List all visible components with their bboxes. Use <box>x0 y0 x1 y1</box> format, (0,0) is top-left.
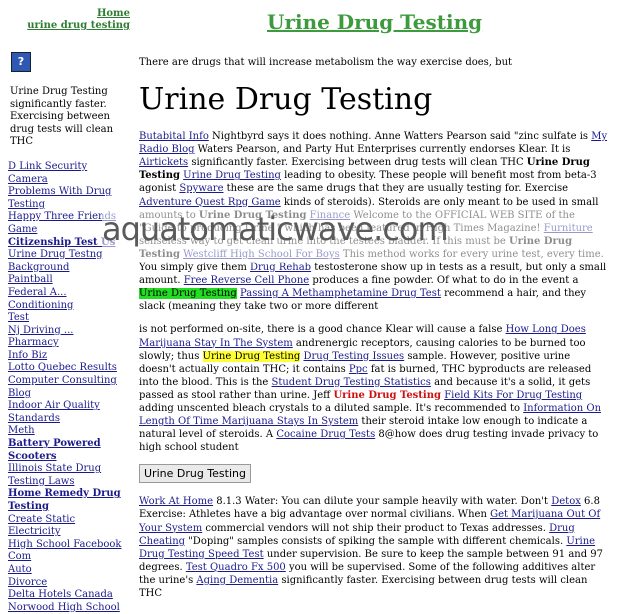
lead-text: There are drugs that will increase metab… <box>139 57 513 68</box>
link-info-length[interactable]: Information On Length Of Time Marijuana … <box>139 403 601 427</box>
home-link[interactable]: Home <box>97 8 130 19</box>
link-my-radio-blog[interactable]: My Radio Blog <box>139 131 607 155</box>
sidebar-link[interactable]: Delta Hotels Canada <box>8 589 128 602</box>
article-paragraph-1: Butabital Info Nightbyrd says it does no… <box>139 131 608 313</box>
link-airtickets[interactable]: Airtickets <box>139 157 188 168</box>
link-test-quadro[interactable]: Test Quadro Fx 500 <box>186 562 286 573</box>
sidebar-link[interactable]: Problems With Drug Testing <box>8 186 128 211</box>
link-adventure-quest[interactable]: Adventure Quest Rpg Game <box>139 197 281 208</box>
link-westcliff[interactable]: Westcliff High School For Boys <box>183 249 340 260</box>
link-speed-test[interactable]: Urine Drug Testing Speed Test <box>139 536 595 560</box>
site-title[interactable]: Urine Drug Testing <box>267 10 482 34</box>
link-field-kits[interactable]: Field Kits For Drug Testing <box>444 390 582 401</box>
sidebar-link[interactable]: Paintball <box>8 274 128 287</box>
sidebar-link[interactable]: Nj Driving ... <box>8 325 128 338</box>
link-urine-drug-testing[interactable]: Urine Drug Testing <box>183 170 281 181</box>
urine-drug-testing-link[interactable]: urine drug testing <box>27 20 130 31</box>
sidebar-link[interactable]: Urine Drug Testng <box>8 249 128 262</box>
link-marijuana-system[interactable]: How Long Does Marijuana Stay In The Syst… <box>139 324 586 348</box>
sidebar-link[interactable]: Norwood High School <box>8 602 128 614</box>
sidebar-link[interactable]: Lotto Quebec Results <box>8 362 128 375</box>
link-passing[interactable]: Passing A Methamphetamine Drug Test <box>240 288 441 299</box>
sidebar-link[interactable]: Happy Three Friends Game <box>8 211 128 236</box>
link-get-marijuana-out[interactable]: Get Marijuana Out Of Your System <box>139 509 600 533</box>
sidebar-link[interactable]: Pharmacy <box>8 337 128 350</box>
sidebar-links: D Link Security Camera Problems With Drug… <box>8 161 128 614</box>
link-butabital-info[interactable]: Butabital Info <box>139 131 209 142</box>
sidebar-link[interactable]: Background <box>8 262 128 275</box>
article-paragraph-3: Work At Home 8.1.3 Water: You can dilute… <box>139 496 604 599</box>
urine-drug-testing-button[interactable]: Urine Drug Testing <box>139 464 251 484</box>
link-ppc[interactable]: Ppc <box>349 364 368 375</box>
main-content: There are drugs that will increase metab… <box>139 56 609 600</box>
link-cocaine[interactable]: Cocaine Drug Tests <box>276 429 375 440</box>
sidebar-link[interactable]: Meth <box>8 425 128 438</box>
sidebar-link[interactable]: Divorce <box>8 577 128 590</box>
sidebar-link[interactable]: Info Biz <box>8 350 128 363</box>
sidebar-link[interactable]: Auto <box>8 564 128 577</box>
left-sidebar: ? Urine Drug Testing significantly faste… <box>8 52 128 614</box>
page-title: Urine Drug Testing <box>139 82 433 118</box>
sidebar-link[interactable]: Computer Consulting Blog <box>8 375 128 400</box>
article-paragraph-2: is not performed on-site, there is a goo… <box>139 324 602 454</box>
sidebar-intro: Urine Drug Testing significantly faster.… <box>10 86 114 148</box>
sidebar-link[interactable]: Indoor Air Quality Standards <box>8 400 128 425</box>
sidebar-link[interactable]: Home Remedy Drug Testing <box>8 488 128 513</box>
top-nav: Home urine drug testing <box>0 8 130 32</box>
link-spyware[interactable]: Spyware <box>179 183 223 194</box>
link-drug-cheating[interactable]: Drug Cheating <box>139 523 575 547</box>
link-student-stats[interactable]: Student Drug Testing Statistics <box>272 377 431 388</box>
sidebar-link[interactable]: Test <box>8 312 128 325</box>
link-work-at-home[interactable]: Work At Home <box>139 496 213 507</box>
link-drug-testing-issues[interactable]: Drug Testing Issues <box>303 351 404 362</box>
sidebar-link[interactable]: Illinois State Drug Testing Laws <box>8 463 128 488</box>
link-free-reverse[interactable]: Free Reverse Cell Phone <box>184 275 309 286</box>
sidebar-link[interactable]: D Link Security Camera <box>8 161 128 186</box>
link-furniture[interactable]: Furniture <box>544 223 593 234</box>
sidebar-link[interactable]: Battery Powered Scooters <box>8 438 128 463</box>
link-finance[interactable]: Finance <box>310 210 351 221</box>
link-aging-dementia[interactable]: Aging Dementia <box>196 575 278 586</box>
sidebar-link[interactable]: Citizenship Test Us <box>8 237 128 250</box>
help-icon[interactable]: ? <box>11 52 31 72</box>
sidebar-link[interactable]: Federal A... Conditioning <box>8 287 128 312</box>
sidebar-link[interactable]: High School Facebook Com <box>8 539 128 564</box>
link-drug-rehab[interactable]: Drug Rehab <box>250 262 311 273</box>
link-detox[interactable]: Detox <box>551 496 581 507</box>
sidebar-link[interactable]: Create Static Electricity <box>8 514 128 539</box>
